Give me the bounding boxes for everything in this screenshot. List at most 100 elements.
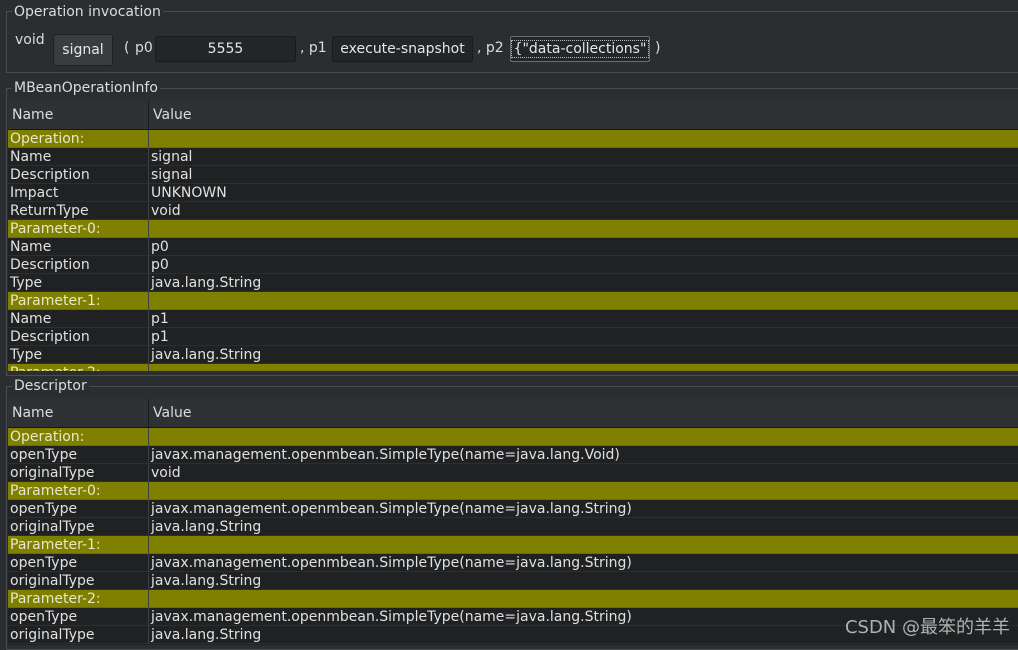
cell-value <box>149 220 1018 238</box>
table-row[interactable]: Description p0 <box>8 256 1018 274</box>
cell-value <box>149 482 1018 500</box>
cell-name: Parameter-1: <box>8 292 149 310</box>
info-group-title: MBeanOperationInfo <box>12 80 160 96</box>
cell-value <box>149 292 1018 310</box>
p0-input[interactable]: 5555 <box>155 36 296 62</box>
cell-name: Description <box>8 328 149 346</box>
cell-name: Description <box>8 256 149 274</box>
cell-name: Parameter-0: <box>8 482 149 500</box>
table-row[interactable]: Name p0 <box>8 238 1018 256</box>
return-type-label: void <box>15 32 45 48</box>
cell-name: Operation: <box>8 130 149 148</box>
cell-value: java.lang.String <box>149 346 1018 364</box>
cell-name: originalType <box>8 626 149 644</box>
cell-value <box>149 364 1018 371</box>
p1-input[interactable]: execute-snapshot <box>332 36 473 62</box>
table-section-row[interactable]: Parameter-1: <box>8 292 1018 310</box>
table-section-row[interactable]: Parameter-0: <box>8 220 1018 238</box>
signal-button[interactable]: signal <box>53 34 113 66</box>
table-section-row[interactable]: Operation: <box>8 428 1018 446</box>
cell-name: Parameter-2: <box>8 590 149 608</box>
p0-label: p0 <box>135 40 153 56</box>
descriptor-table-header: Name Value <box>8 399 1018 428</box>
table-row[interactable]: openType javax.management.openmbean.Simpl… <box>8 500 1018 518</box>
table-section-row[interactable]: Parameter-0: <box>8 482 1018 500</box>
close-paren: ) <box>655 40 661 56</box>
table-section-row[interactable]: Parameter-1: <box>8 536 1018 554</box>
cell-value: java.lang.String <box>149 572 1018 590</box>
p2-input-value: {"data-collections" <box>510 40 650 58</box>
cell-value: void <box>149 464 1018 482</box>
cell-value: void <box>149 202 1018 220</box>
table-row[interactable]: ReturnType void <box>8 202 1018 220</box>
cell-value: javax.management.openmbean.SimpleType(na… <box>149 554 1018 572</box>
cell-value: p0 <box>149 256 1018 274</box>
invocation-group-title: Operation invocation <box>12 4 163 20</box>
table-section-row[interactable]: Parameter-2: <box>8 364 1018 371</box>
cell-name: openType <box>8 608 149 626</box>
cell-value <box>149 536 1018 554</box>
info-table: Name Value Operation: Name signal Descripti… <box>8 101 1018 371</box>
info-header-name[interactable]: Name <box>8 101 149 129</box>
cell-value <box>149 130 1018 148</box>
cell-name: originalType <box>8 464 149 482</box>
cell-name: Parameter-0: <box>8 220 149 238</box>
cell-value: javax.management.openmbean.SimpleType(na… <box>149 446 1018 464</box>
cell-name: Parameter-2: <box>8 364 149 371</box>
cell-value: p1 <box>149 310 1018 328</box>
table-section-row[interactable]: Operation: <box>8 130 1018 148</box>
cell-name: originalType <box>8 518 149 536</box>
table-row[interactable]: openType javax.management.openmbean.Simpl… <box>8 554 1018 572</box>
info-table-header: Name Value <box>8 101 1018 130</box>
cell-value: UNKNOWN <box>149 184 1018 202</box>
cell-name: openType <box>8 500 149 518</box>
cell-name: Operation: <box>8 428 149 446</box>
table-row[interactable]: Description signal <box>8 166 1018 184</box>
cell-name: Impact <box>8 184 149 202</box>
open-paren: ( <box>124 40 130 56</box>
cell-name: ReturnType <box>8 202 149 220</box>
descriptor-table-body: Operation: openType javax.management.openm… <box>8 428 1018 644</box>
table-row[interactable]: Name signal <box>8 148 1018 166</box>
watermark: CSDN @最笨的羊羊 <box>844 617 1010 638</box>
cell-name: openType <box>8 446 149 464</box>
cell-value: java.lang.String <box>149 518 1018 536</box>
table-row[interactable]: Impact UNKNOWN <box>8 184 1018 202</box>
cell-value: p0 <box>149 238 1018 256</box>
invocation-row: void signal ( p0 5555 , p1 execute-snaps… <box>0 30 1018 70</box>
cell-value: java.lang.String <box>149 274 1018 292</box>
p1-label: , p1 <box>300 40 327 56</box>
cell-name: openType <box>8 554 149 572</box>
table-row[interactable]: originalType void <box>8 464 1018 482</box>
info-table-body: Operation: Name signal Description signal Imp… <box>8 130 1018 371</box>
cell-value: signal <box>149 148 1018 166</box>
cell-name: Name <box>8 238 149 256</box>
table-row[interactable]: originalType java.lang.String <box>8 518 1018 536</box>
cell-name: Parameter-1: <box>8 536 149 554</box>
p2-label: , p2 <box>477 40 504 56</box>
info-header-value[interactable]: Value <box>149 101 1018 129</box>
table-row[interactable]: openType javax.management.openmbean.Simpl… <box>8 446 1018 464</box>
table-row[interactable]: Description p1 <box>8 328 1018 346</box>
cell-name: originalType <box>8 572 149 590</box>
cell-value: p1 <box>149 328 1018 346</box>
cell-value: signal <box>149 166 1018 184</box>
table-row[interactable]: Type java.lang.String <box>8 346 1018 364</box>
descriptor-header-name[interactable]: Name <box>8 399 149 427</box>
cell-name: Type <box>8 274 149 292</box>
cell-name: Name <box>8 148 149 166</box>
table-section-row[interactable]: Parameter-2: <box>8 590 1018 608</box>
descriptor-group-title: Descriptor <box>12 378 89 394</box>
cell-name: Name <box>8 310 149 328</box>
table-row[interactable]: originalType java.lang.String <box>8 572 1018 590</box>
p2-input[interactable]: {"data-collections" <box>510 36 650 62</box>
descriptor-header-value[interactable]: Value <box>149 399 1018 427</box>
cell-name: Type <box>8 346 149 364</box>
table-row[interactable]: Name p1 <box>8 310 1018 328</box>
cell-value: javax.management.openmbean.SimpleType(na… <box>149 500 1018 518</box>
cell-value <box>149 428 1018 446</box>
descriptor-table: Name Value Operation: openType javax.manag… <box>8 399 1018 645</box>
cell-name: Description <box>8 166 149 184</box>
cell-value <box>149 590 1018 608</box>
table-row[interactable]: Type java.lang.String <box>8 274 1018 292</box>
